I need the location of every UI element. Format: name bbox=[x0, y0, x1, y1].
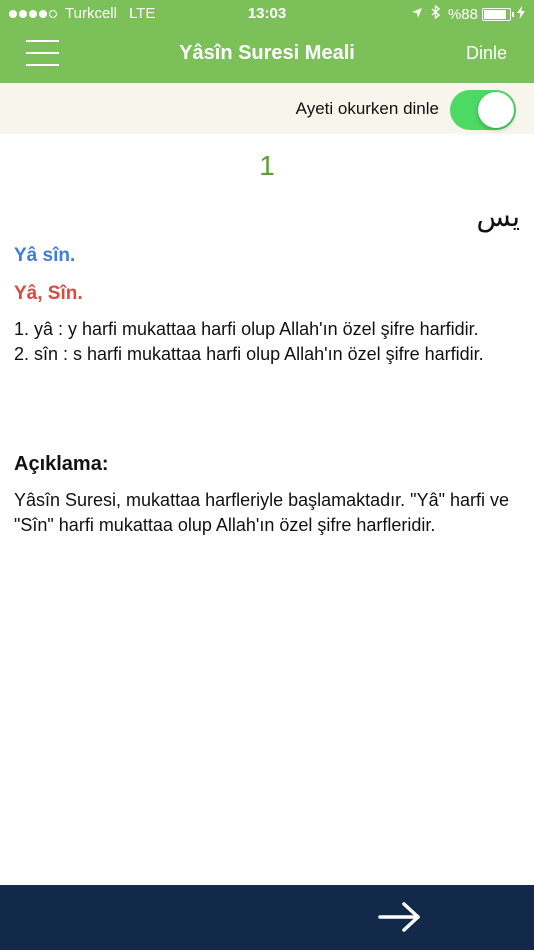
explanation-text: Yâsîn Suresi, mukattaa harfleriyle başla… bbox=[14, 490, 510, 535]
charging-bolt-icon bbox=[517, 5, 525, 23]
options-bar: Ayeti okurken dinle bbox=[0, 83, 534, 134]
word-notes: 1. yâ : y harfi mukattaa harfi olup Alla… bbox=[14, 317, 514, 367]
next-verse-button[interactable] bbox=[376, 899, 424, 935]
battery-icon bbox=[482, 7, 514, 21]
location-arrow-icon bbox=[411, 6, 423, 23]
page-title: Yâsîn Suresi Meali bbox=[179, 42, 355, 64]
battery-percent: %88 bbox=[447, 5, 478, 23]
bottom-bar bbox=[0, 885, 534, 950]
word-note-item: 2. sîn : s harfi mukattaa harfi olup All… bbox=[14, 344, 484, 364]
verse-transliteration: Yâ sîn. bbox=[14, 245, 76, 266]
verse-arabic-text: يس bbox=[476, 200, 521, 233]
verse-number: 1 bbox=[259, 150, 275, 181]
toggle-knob bbox=[478, 92, 514, 128]
word-note-item: 1. yâ : y harfi mukattaa harfi olup Alla… bbox=[14, 319, 479, 339]
listen-button[interactable]: Dinle bbox=[466, 43, 507, 64]
listen-while-reading-toggle[interactable] bbox=[450, 90, 516, 130]
verse-meaning: Yâ, Sîn. bbox=[14, 283, 83, 304]
arrow-right-icon bbox=[376, 902, 424, 939]
explanation-heading: Açıklama: bbox=[14, 453, 109, 475]
status-bar: Turkcell LTE 13:03 %88 bbox=[0, 0, 534, 28]
header: Turkcell LTE 13:03 %88 Yâsîn Suresi Meal… bbox=[0, 0, 534, 83]
navigation-bar: Yâsîn Suresi Meali Dinle bbox=[0, 28, 534, 83]
listen-while-reading-label: Ayeti okurken dinle bbox=[295, 99, 439, 118]
bluetooth-icon bbox=[431, 4, 441, 23]
status-right: %88 bbox=[403, 4, 525, 23]
